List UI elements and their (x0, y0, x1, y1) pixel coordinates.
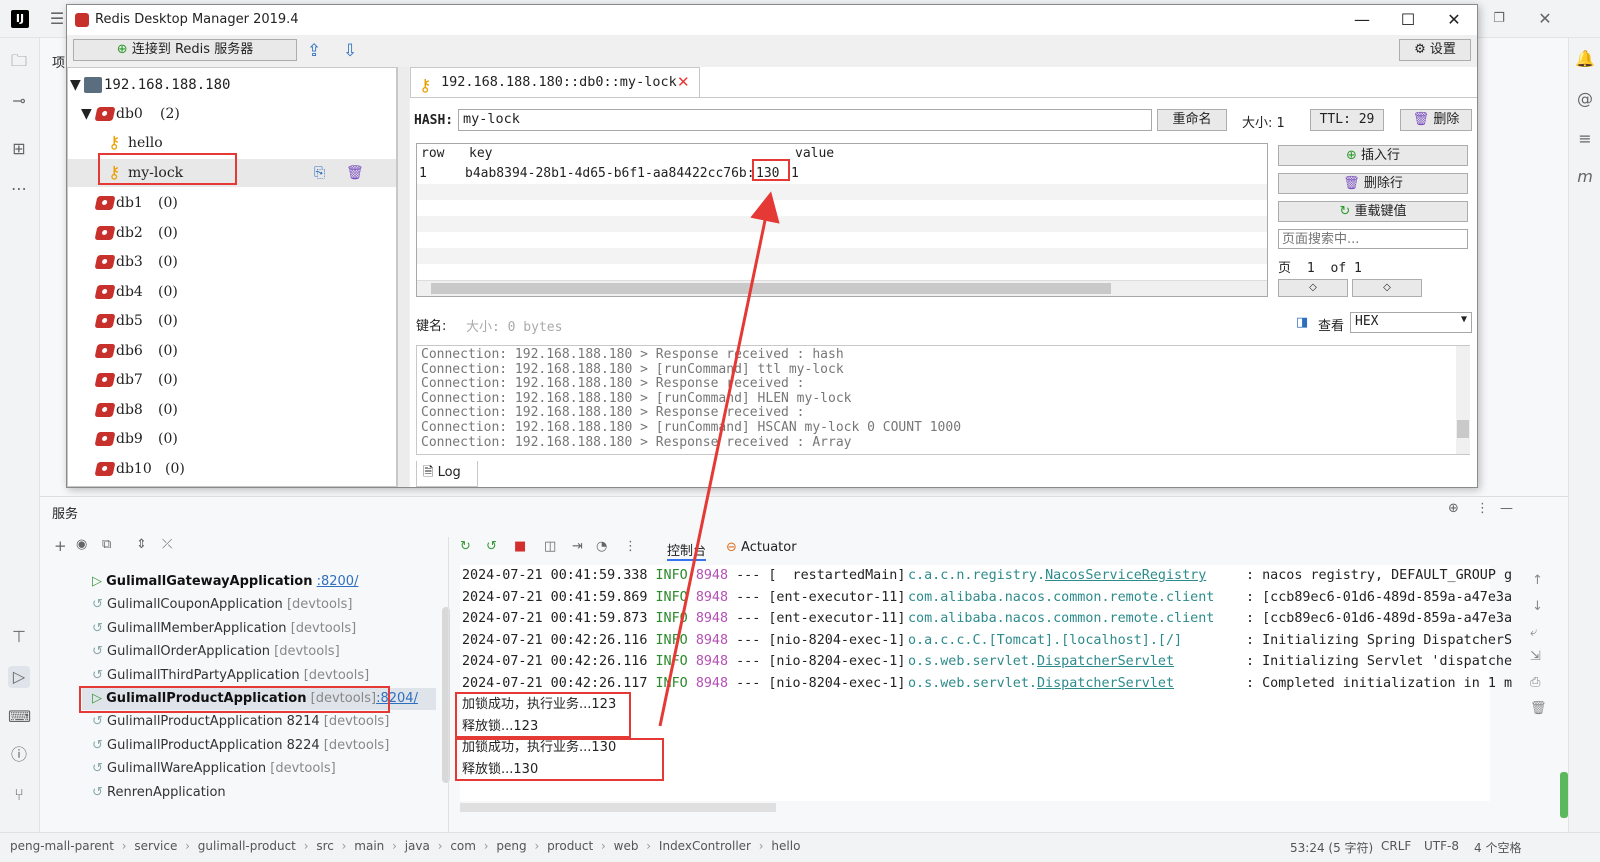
breadcrumb-item[interactable]: web (614, 839, 639, 853)
line-separator[interactable]: CRLF (1381, 839, 1411, 853)
breadcrumb-item[interactable]: main (354, 839, 384, 853)
file-encoding[interactable]: UTF-8 (1424, 839, 1459, 853)
breadcrumb-item[interactable]: product (547, 839, 593, 853)
breadcrumb-item[interactable]: java (405, 839, 430, 853)
breadcrumb-separator: › (479, 839, 493, 853)
breadcrumb-item[interactable]: com (450, 839, 476, 853)
breadcrumb-item[interactable]: hello (771, 839, 800, 853)
breadcrumb-separator: › (754, 839, 768, 853)
status-bar: peng-mall-parent › service › gulimall-pr… (0, 832, 1600, 862)
breadcrumb-separator: › (181, 839, 194, 853)
breadcrumb-separator: › (642, 839, 655, 853)
breadcrumb: peng-mall-parent › service › gulimall-pr… (10, 839, 800, 853)
breadcrumb-item[interactable]: gulimall-product (198, 839, 296, 853)
breadcrumb-separator: › (433, 839, 447, 853)
breadcrumb-separator: › (530, 839, 544, 853)
breadcrumb-separator: › (337, 839, 351, 853)
memory-indicator[interactable] (1560, 772, 1568, 818)
breadcrumb-item[interactable]: IndexController (659, 839, 751, 853)
cursor-position[interactable]: 53:24 (5 字符) (1290, 839, 1373, 856)
annotation-arrow (658, 191, 780, 727)
breadcrumb-item[interactable]: peng (496, 839, 526, 853)
breadcrumb-separator: › (597, 839, 610, 853)
breadcrumb-item[interactable]: peng-mall-parent (10, 839, 114, 853)
breadcrumb-separator: › (117, 839, 131, 853)
indent-setting[interactable]: 4 个空格 (1474, 839, 1521, 856)
breadcrumb-item[interactable]: service (134, 839, 177, 853)
breadcrumb-item[interactable]: src (316, 839, 334, 853)
breadcrumb-separator: › (388, 839, 401, 853)
breadcrumb-separator: › (299, 839, 313, 853)
